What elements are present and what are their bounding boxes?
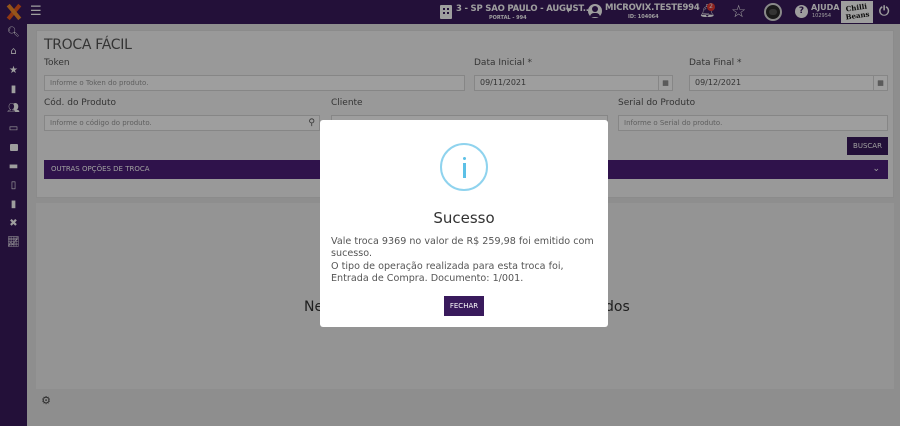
dialog-title: Sucesso: [433, 209, 495, 227]
dialog-message: Vale troca 9369 no valor de R$ 259,98 fo…: [331, 236, 601, 286]
dialog-message-line-1: Vale troca 9369 no valor de R$ 259,98 fo…: [331, 236, 594, 260]
success-dialog: Sucesso Vale troca 9369 no valor de R$ 2…: [320, 120, 608, 327]
info-icon: [440, 143, 488, 191]
dialog-message-line-2: O tipo de operação realizada para esta t…: [331, 260, 564, 285]
close-button[interactable]: FECHAR: [444, 296, 484, 316]
